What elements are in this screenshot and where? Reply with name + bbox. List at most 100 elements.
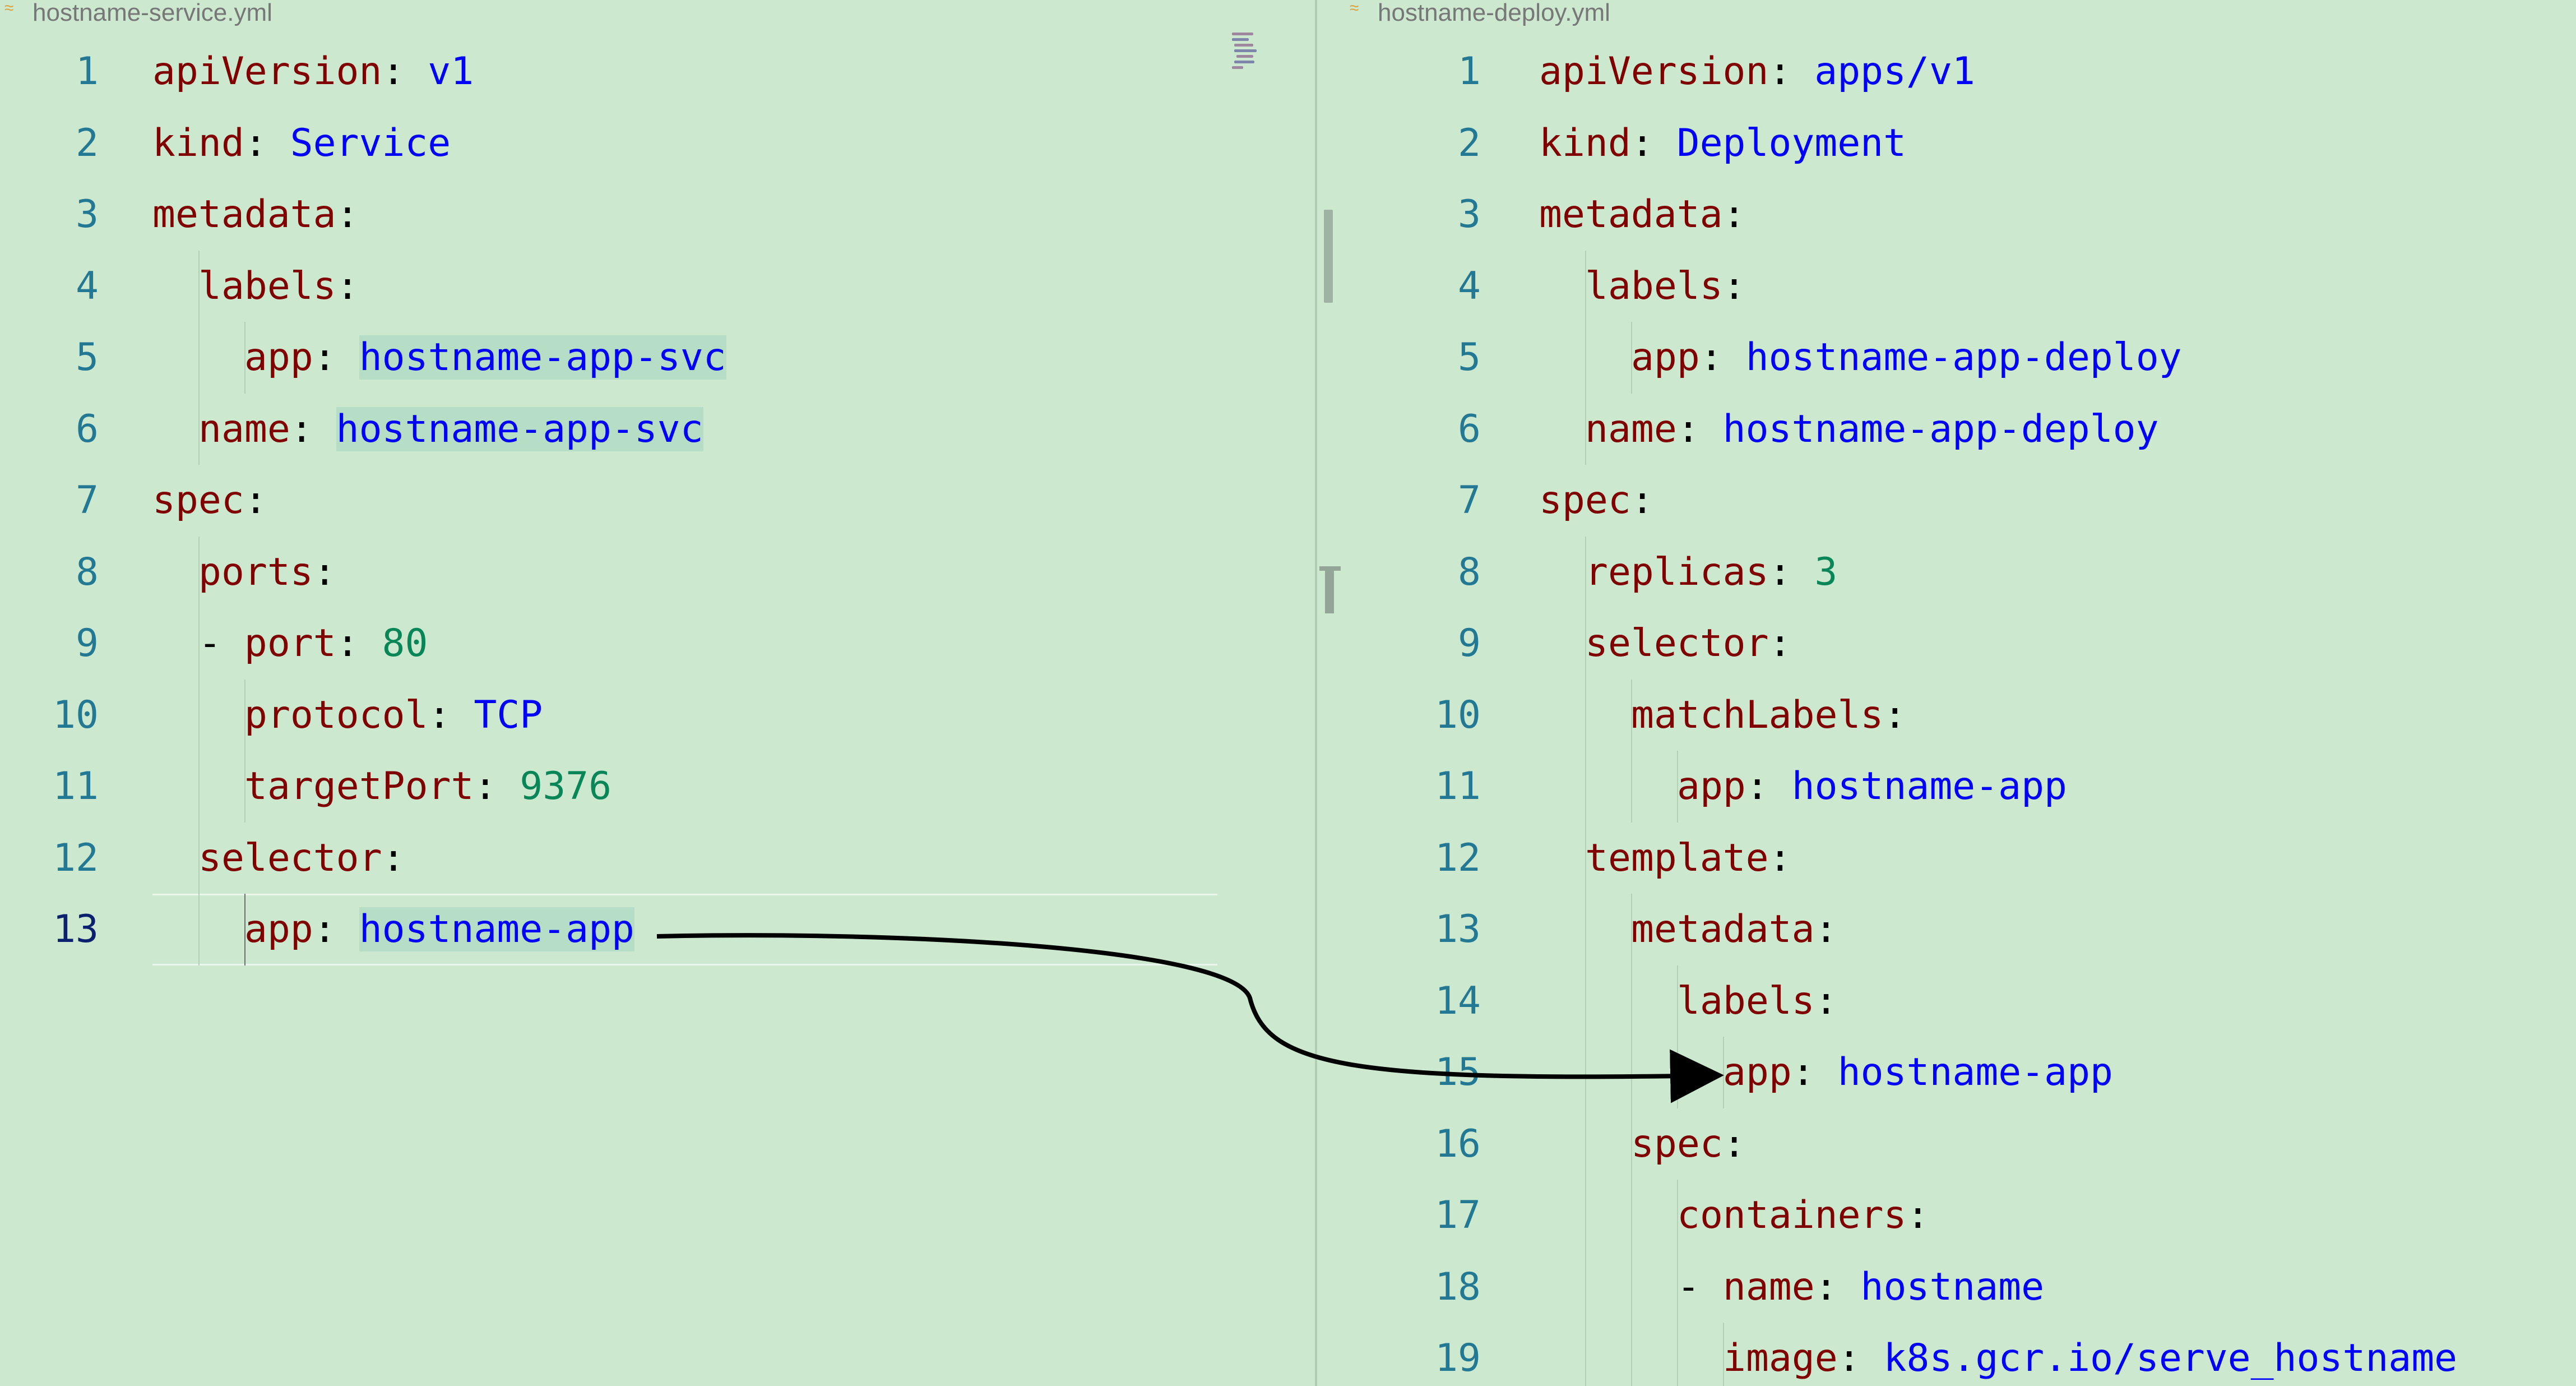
scrollbar[interactable]: [1315, 0, 1345, 1386]
code-line[interactable]: 6 name: hostname-app-svc: [0, 393, 1315, 465]
code-line[interactable]: 13 metadata:: [1345, 894, 2576, 965]
line-content[interactable]: apiVersion: apps/v1: [1539, 36, 1975, 108]
line-content[interactable]: app: hostname-app-svc: [244, 322, 726, 394]
line-content[interactable]: ports:: [198, 537, 336, 608]
yaml-key: apiVersion: [152, 49, 382, 94]
yaml-key: replicas: [1585, 549, 1769, 594]
code-line[interactable]: 1 apiVersion: apps/v1: [1345, 36, 2576, 108]
code-line[interactable]: 7 spec:: [0, 465, 1315, 537]
indent-guide: [1631, 965, 1632, 1037]
line-content[interactable]: targetPort: 9376: [244, 751, 611, 823]
line-number: 2: [76, 121, 99, 165]
punctuation: :: [1722, 192, 1746, 237]
line-content[interactable]: app: hostname-app-deploy: [1631, 322, 2182, 394]
code-line[interactable]: 14 labels:: [1345, 965, 2576, 1037]
code-line[interactable]: 10 protocol: TCP: [0, 679, 1315, 751]
code-area[interactable]: 1 apiVersion: apps/v1 2 kind: Deployment 3 me…: [1345, 36, 2576, 1386]
indent-guide: [1631, 751, 1632, 823]
code-line[interactable]: 11 app: hostname-app: [1345, 751, 2576, 823]
indent-guide: [198, 679, 200, 751]
line-content[interactable]: spec:: [152, 465, 267, 537]
line-content[interactable]: kind: Deployment: [1539, 108, 1906, 179]
line-content[interactable]: app: hostname-app: [244, 894, 634, 965]
punctuation: :: [1768, 49, 1815, 94]
line-content[interactable]: metadata:: [1539, 179, 1745, 251]
yaml-key: labels: [1585, 264, 1723, 308]
line-content[interactable]: spec:: [1631, 1108, 1746, 1180]
code-line[interactable]: 5 app: hostname-app-deploy: [1345, 322, 2576, 394]
code-line[interactable]: 7 spec:: [1345, 465, 2576, 537]
editor-pane-left[interactable]: ≈ hostname-service.yml 1 apiVersion: v1 2 ki…: [0, 0, 1315, 1386]
code-line[interactable]: 6 name: hostname-app-deploy: [1345, 393, 2576, 465]
code-line[interactable]: 2 kind: Service: [0, 108, 1315, 179]
line-content[interactable]: matchLabels:: [1631, 680, 1906, 751]
line-number: 12: [53, 835, 99, 880]
line-content[interactable]: labels:: [198, 251, 359, 322]
line-content[interactable]: protocol: TCP: [244, 680, 543, 751]
code-line[interactable]: 10 matchLabels:: [1345, 679, 2576, 751]
indent-guide: [1585, 894, 1586, 965]
code-line[interactable]: 11 targetPort: 9376: [0, 751, 1315, 823]
code-line[interactable]: 12 template:: [1345, 822, 2576, 894]
scroll-thumb[interactable]: [1324, 210, 1333, 303]
line-number: 17: [1435, 1193, 1481, 1237]
code-line[interactable]: 15 app: hostname-app: [1345, 1037, 2576, 1108]
code-line[interactable]: 1 apiVersion: v1: [0, 36, 1315, 108]
code-line[interactable]: 13 app: hostname-app: [0, 894, 1315, 965]
line-content[interactable]: - name: hostname: [1677, 1251, 2044, 1323]
code-line[interactable]: 2 kind: Deployment: [1345, 108, 2576, 179]
yaml-value: Service: [290, 121, 451, 165]
editor-tab-right[interactable]: ≈ hostname-deploy.yml: [1345, 0, 1610, 27]
code-line[interactable]: 8 ports:: [0, 536, 1315, 608]
line-number: 7: [1458, 478, 1481, 523]
line-content[interactable]: metadata:: [152, 179, 359, 251]
line-number: 13: [1435, 907, 1481, 951]
line-content[interactable]: metadata:: [1631, 894, 1837, 965]
line-content[interactable]: image: k8s.gcr.io/serve_hostname: [1723, 1323, 2457, 1386]
code-line[interactable]: 19 image: k8s.gcr.io/serve_hostname: [1345, 1323, 2576, 1386]
code-line[interactable]: 17 containers:: [1345, 1180, 2576, 1251]
code-line[interactable]: 18 - name: hostname: [1345, 1251, 2576, 1323]
punctuation: -: [198, 621, 244, 666]
line-content[interactable]: labels:: [1677, 965, 1838, 1037]
line-content[interactable]: selector:: [198, 823, 405, 894]
code-line[interactable]: 3 metadata:: [1345, 179, 2576, 251]
code-line[interactable]: 9 selector:: [1345, 608, 2576, 680]
scroll-marker: [1319, 566, 1341, 571]
code-line[interactable]: 8 replicas: 3: [1345, 536, 2576, 608]
line-content[interactable]: kind: Service: [152, 108, 451, 179]
code-area[interactable]: 1 apiVersion: v1 2 kind: Service 3 metadata: 4…: [0, 36, 1315, 965]
line-content[interactable]: name: hostname-app-deploy: [1585, 394, 2159, 465]
line-content[interactable]: apiVersion: v1: [152, 36, 474, 108]
code-line[interactable]: 3 metadata:: [0, 179, 1315, 251]
yaml-key: app: [1631, 335, 1700, 380]
line-content[interactable]: name: hostname-app-svc: [198, 394, 703, 465]
code-line[interactable]: 4 labels:: [0, 250, 1315, 322]
line-content[interactable]: spec:: [1539, 465, 1654, 537]
line-content[interactable]: app: hostname-app: [1723, 1037, 2113, 1108]
line-number: 1: [76, 49, 99, 94]
code-line[interactable]: 12 selector:: [0, 822, 1315, 894]
editor-pane-right[interactable]: ≈ hostname-deploy.yml 1 apiVersion: apps/v…: [1345, 0, 2576, 1386]
line-content[interactable]: containers:: [1677, 1180, 1929, 1251]
yaml-value: Deployment: [1676, 121, 1907, 165]
line-content[interactable]: template:: [1585, 823, 1791, 894]
line-content[interactable]: selector:: [1585, 608, 1791, 680]
line-content[interactable]: app: hostname-app: [1677, 751, 2067, 823]
line-number: 18: [1435, 1264, 1481, 1309]
line-number: 5: [1458, 335, 1481, 380]
line-content[interactable]: labels:: [1585, 251, 1746, 322]
line-content[interactable]: replicas: 3: [1585, 537, 1837, 608]
line-content[interactable]: - port: 80: [198, 608, 428, 680]
code-line[interactable]: 9 - port: 80: [0, 608, 1315, 680]
yaml-key: app: [244, 907, 313, 951]
line-number: 13: [53, 907, 99, 951]
tab-title: hostname-deploy.yml: [1378, 0, 1610, 26]
code-line[interactable]: 5 app: hostname-app-svc: [0, 322, 1315, 394]
editor-tab-left[interactable]: ≈ hostname-service.yml: [0, 0, 272, 27]
indent-guide: [198, 894, 200, 965]
yaml-value: k8s.gcr.io/serve_hostname: [1883, 1336, 2458, 1380]
code-line[interactable]: 16 spec:: [1345, 1108, 2576, 1180]
line-number: 6: [76, 406, 99, 451]
code-line[interactable]: 4 labels:: [1345, 250, 2576, 322]
